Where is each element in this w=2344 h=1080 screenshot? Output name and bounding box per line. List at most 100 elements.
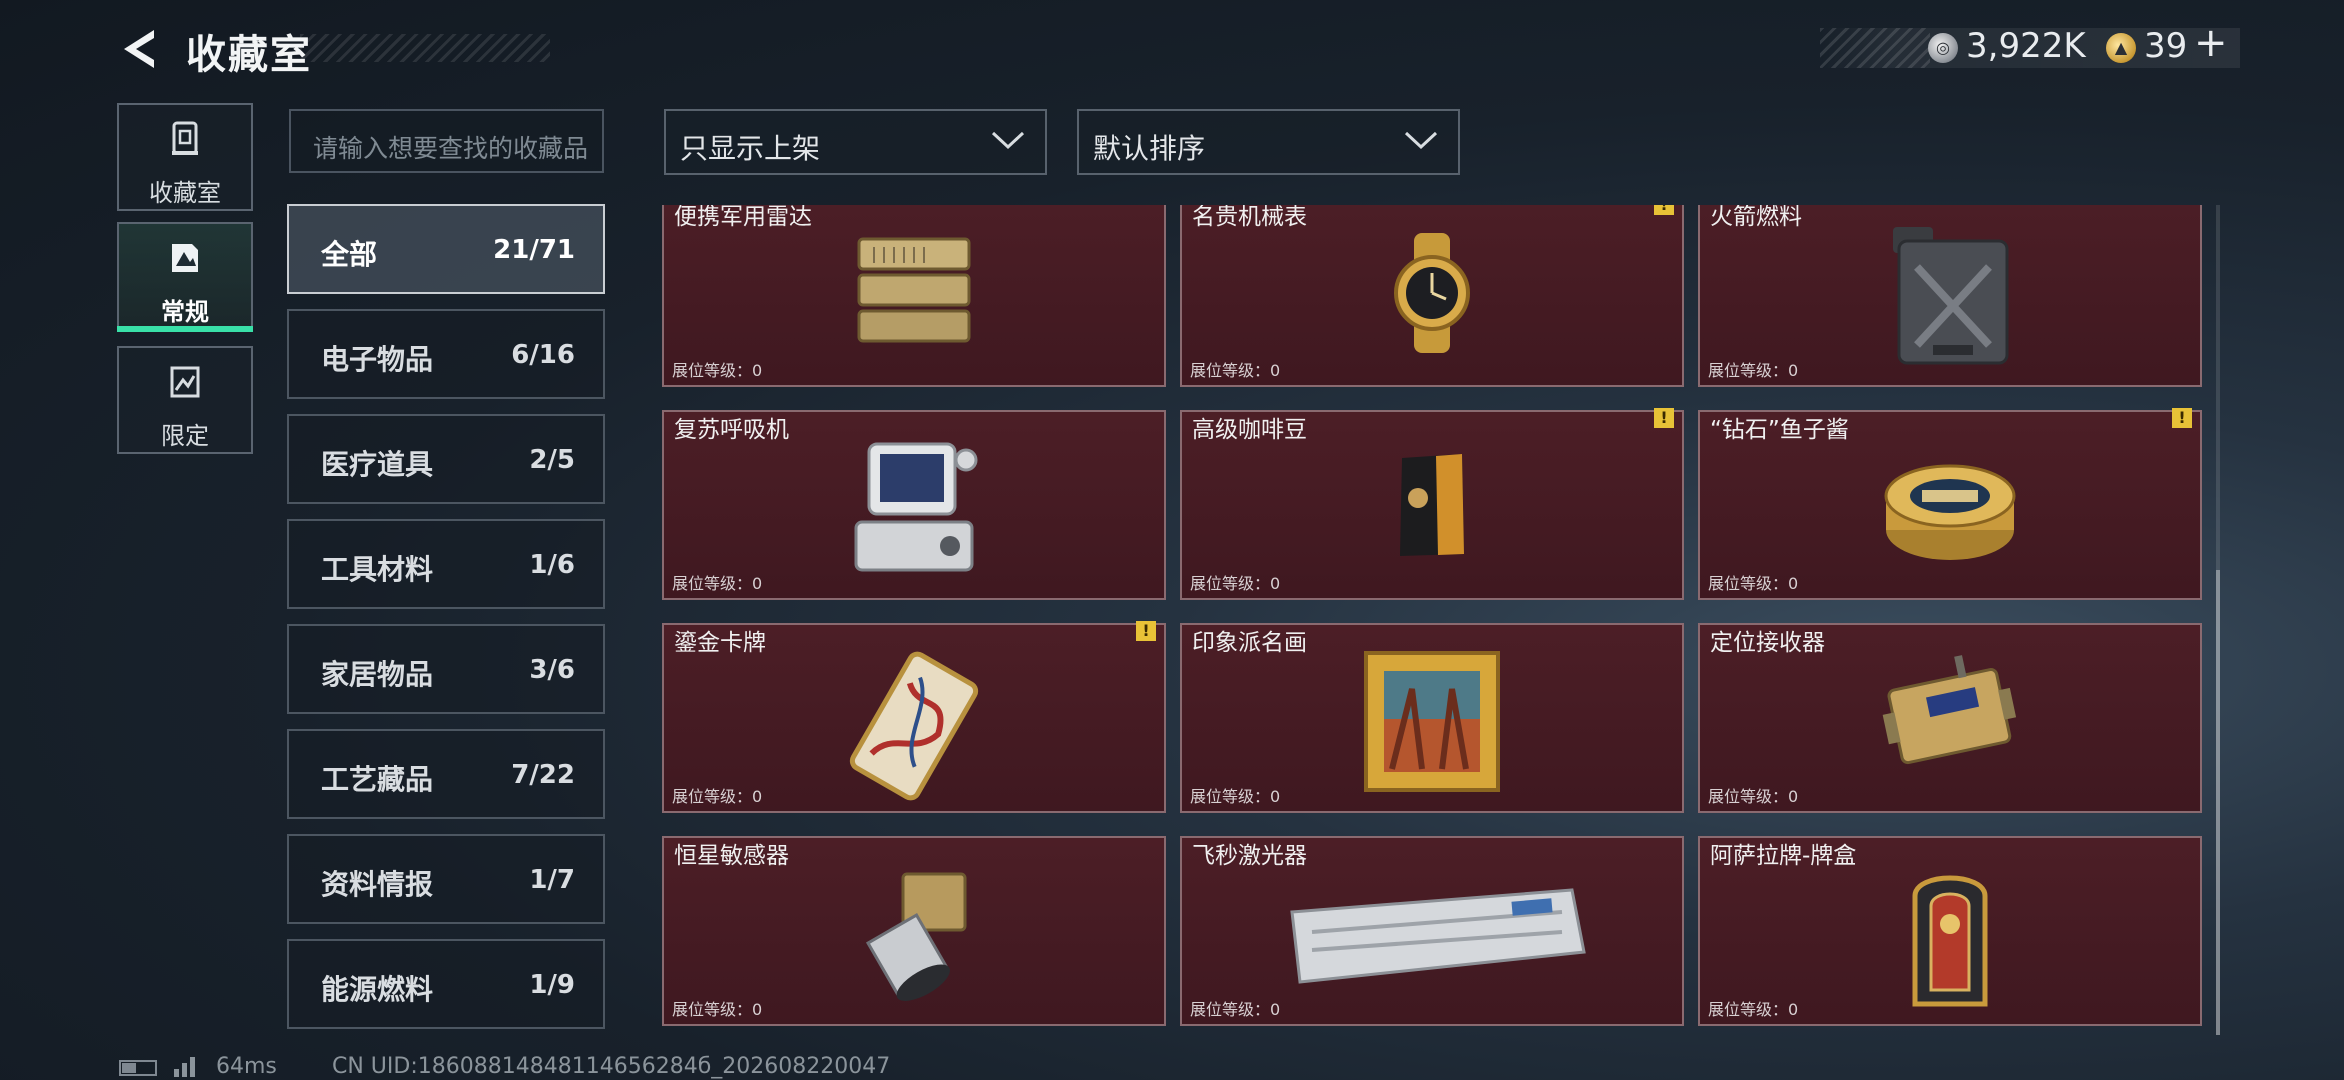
collection-item-card[interactable]: 飞秒激光器 展位等级：0 bbox=[1180, 836, 1684, 1026]
category-count: 1/7 bbox=[529, 865, 575, 895]
user-uid: CN UID:18608814848114656284б_20260822004… bbox=[332, 1054, 891, 1079]
item-level: 展位等级：0 bbox=[672, 1000, 763, 1019]
category-name: 工具材料 bbox=[321, 553, 434, 586]
category-count: 6/16 bbox=[511, 340, 575, 370]
category-medical[interactable]: 医疗道具 2/5 bbox=[287, 414, 605, 504]
item-name: 鎏金卡牌 bbox=[674, 630, 766, 656]
sort-dropdown[interactable]: 默认排序 bbox=[1077, 109, 1460, 175]
warning-icon: ! bbox=[1654, 205, 1674, 215]
item-level: 展位等级：0 bbox=[1708, 361, 1799, 380]
warning-icon: ! bbox=[1654, 408, 1674, 428]
collection-item-card[interactable]: 便携军用雷达 展位等级：0 bbox=[662, 205, 1166, 387]
jerrycan-icon bbox=[1893, 227, 2009, 365]
display-filter-dropdown[interactable]: 只显示上架 bbox=[664, 109, 1047, 175]
gold-currency-amount: 39 bbox=[2144, 26, 2188, 66]
silver-coin-icon: ◎ bbox=[1928, 33, 1958, 63]
item-name: 定位接收器 bbox=[1710, 630, 1825, 656]
collection-icon bbox=[172, 121, 198, 155]
watch-icon bbox=[1394, 233, 1470, 353]
collection-item-card[interactable]: 阿萨拉牌-牌盒 展位等级：0 bbox=[1698, 836, 2202, 1026]
category-count: 2/5 bbox=[529, 445, 575, 475]
item-level: 展位等级：0 bbox=[1190, 574, 1281, 593]
category-count: 7/22 bbox=[511, 760, 575, 790]
star-sensor-icon bbox=[865, 872, 967, 1001]
category-all[interactable]: 全部 21/71 bbox=[287, 204, 605, 294]
add-currency-button[interactable]: + bbox=[2194, 20, 2228, 66]
page-title: 收藏室 bbox=[186, 32, 312, 78]
grid-scrollbar-thumb[interactable] bbox=[2216, 570, 2220, 1035]
item-name: 印象派名画 bbox=[1192, 630, 1307, 656]
item-level: 展位等级：0 bbox=[672, 787, 763, 806]
painting-icon bbox=[1364, 651, 1500, 792]
category-name: 全部 bbox=[321, 238, 378, 271]
ping-readout: 64ms bbox=[216, 1054, 277, 1079]
gilded-card-icon bbox=[849, 651, 979, 801]
item-name: 名贵机械表 bbox=[1192, 205, 1307, 230]
collection-item-card[interactable]: “钻石”鱼子酱 ! 展位等级：0 bbox=[1698, 408, 2202, 600]
tab-collection-room[interactable]: 收藏室 bbox=[117, 103, 253, 211]
coffee-bag-icon bbox=[1400, 454, 1464, 556]
item-level: 展位等级：0 bbox=[672, 574, 763, 593]
chevron-down-icon bbox=[1404, 131, 1438, 150]
currency-bar-decoration bbox=[1820, 28, 1930, 68]
collection-item-card[interactable]: 火箭燃料 展位等级：0 bbox=[1698, 205, 2202, 387]
collection-item-card[interactable]: 定位接收器 展位等级：0 bbox=[1698, 623, 2202, 813]
ventilator-icon bbox=[854, 442, 978, 572]
title-decoration bbox=[300, 34, 550, 62]
category-count: 1/9 bbox=[529, 970, 575, 1000]
item-level: 展位等级：0 bbox=[1190, 787, 1281, 806]
category-name: 医疗道具 bbox=[321, 448, 434, 481]
radar-icon bbox=[857, 237, 971, 343]
back-arrow-icon[interactable] bbox=[116, 26, 162, 72]
tab-label: 常规 bbox=[161, 298, 209, 326]
category-energy[interactable]: 能源燃料 1/9 bbox=[287, 939, 605, 1029]
gold-coin-icon: ▲ bbox=[2106, 33, 2136, 63]
category-name: 资料情报 bbox=[321, 868, 434, 901]
laser-icon bbox=[1290, 888, 1586, 984]
search-input[interactable]: 请输入想要查找的收藏品 bbox=[289, 109, 604, 173]
collection-item-card[interactable]: 高级咖啡豆 ! 展位等级：0 bbox=[1180, 408, 1684, 600]
item-name: 高级咖啡豆 bbox=[1192, 417, 1307, 443]
item-level: 展位等级：0 bbox=[1190, 1000, 1281, 1019]
dropdown-value: 默认排序 bbox=[1093, 132, 1206, 165]
category-electronics[interactable]: 电子物品 6/16 bbox=[287, 309, 605, 399]
collection-item-card[interactable]: 名贵机械表 ! 展位等级：0 bbox=[1180, 205, 1684, 387]
warning-icon: ! bbox=[2172, 408, 2192, 428]
warning-icon: ! bbox=[1136, 621, 1156, 641]
collection-item-card[interactable]: 鎏金卡牌 ! 展位等级：0 bbox=[662, 621, 1166, 813]
category-name: 能源燃料 bbox=[321, 973, 434, 1006]
category-count: 21/71 bbox=[493, 235, 575, 265]
category-household[interactable]: 家居物品 3/6 bbox=[287, 624, 605, 714]
tab-label: 限定 bbox=[161, 422, 209, 450]
limited-icon bbox=[170, 366, 200, 398]
battery-level bbox=[122, 1063, 136, 1073]
category-count: 3/6 bbox=[529, 655, 575, 685]
card-box-icon bbox=[1912, 875, 1988, 1007]
tab-regular[interactable]: 常规 bbox=[117, 222, 253, 330]
category-count: 1/6 bbox=[529, 550, 575, 580]
item-level: 展位等级：0 bbox=[1708, 574, 1799, 593]
category-intel[interactable]: 资料情报 1/7 bbox=[287, 834, 605, 924]
tab-label: 收藏室 bbox=[149, 179, 221, 207]
category-tools[interactable]: 工具材料 1/6 bbox=[287, 519, 605, 609]
category-crafts[interactable]: 工艺藏品 7/22 bbox=[287, 729, 605, 819]
category-name: 家居物品 bbox=[321, 658, 434, 691]
collection-item-card[interactable]: 复苏呼吸机 展位等级：0 bbox=[662, 410, 1166, 600]
item-level: 展位等级：0 bbox=[1190, 361, 1281, 380]
receiver-icon bbox=[1882, 655, 2017, 765]
selected-tab-indicator bbox=[117, 326, 253, 332]
item-name: 便携军用雷达 bbox=[674, 205, 812, 230]
collection-item-card[interactable]: 恒星敏感器 展位等级：0 bbox=[662, 836, 1166, 1026]
item-name: 复苏呼吸机 bbox=[674, 417, 789, 443]
collection-item-card[interactable]: 印象派名画 展位等级：0 bbox=[1180, 623, 1684, 813]
item-name: “钻石”鱼子酱 bbox=[1710, 417, 1849, 443]
collection-grid: 便携军用雷达 展位等级：0 名贵机械表 ! 展位等级：0 火箭燃料 展位等级：0 bbox=[662, 205, 2202, 1035]
item-name: 飞秒激光器 bbox=[1192, 843, 1307, 869]
item-level: 展位等级：0 bbox=[1708, 1000, 1799, 1019]
item-level: 展位等级：0 bbox=[1708, 787, 1799, 806]
category-name: 工艺藏品 bbox=[321, 763, 434, 796]
tab-limited[interactable]: 限定 bbox=[117, 346, 253, 454]
item-name: 恒星敏感器 bbox=[674, 843, 789, 869]
item-level: 展位等级：0 bbox=[672, 361, 763, 380]
caviar-tin-icon bbox=[1884, 464, 2016, 560]
